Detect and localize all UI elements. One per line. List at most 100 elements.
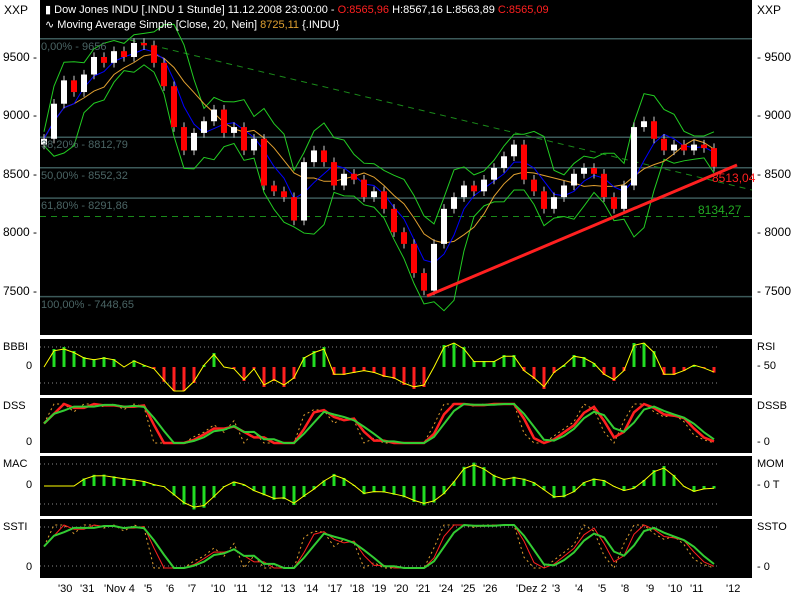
x-tick-label: '10: [668, 583, 683, 595]
candle: [171, 86, 177, 128]
x-tick-label: 'Dez 2: [516, 583, 547, 595]
candle: [431, 243, 437, 291]
candle: [511, 144, 517, 157]
y-tick-left: 9500 -: [3, 50, 38, 64]
candle: [81, 74, 87, 93]
candle: [411, 243, 417, 274]
x-tick-label: '5: [598, 583, 607, 595]
candle: [701, 144, 707, 149]
x-tick-label: '7: [188, 583, 197, 595]
indicator-zero-right: - 0 T: [757, 479, 780, 491]
fib-label: 0,00% - 9656: [41, 40, 107, 53]
trend-label: 8513,04: [712, 171, 756, 185]
candle: [351, 173, 357, 180]
x-tick-label: '20: [394, 583, 409, 595]
x-tick-label: '6: [166, 583, 175, 595]
candle: [191, 132, 197, 151]
x-tick-label: 'Nov 4: [104, 583, 135, 595]
x-tick-label: '5: [144, 583, 153, 595]
candle: [451, 197, 457, 209]
candle: [631, 127, 637, 186]
candle: [361, 179, 367, 198]
candle: [581, 167, 587, 174]
x-tick-label: '25: [461, 583, 476, 595]
candle: [71, 80, 77, 93]
candle: [651, 121, 657, 139]
moving-average-slow: [43, 53, 715, 244]
candle: [621, 185, 627, 209]
x-tick-label: '17: [328, 583, 343, 595]
candle: [421, 273, 427, 291]
indicator-right-label: SSTO: [757, 521, 787, 533]
y-tick-right: - 7500: [757, 283, 792, 298]
left-axis-unit: XXP: [4, 3, 29, 17]
fib-label: 38,20% - 8812,79: [41, 139, 128, 152]
fib-label: 100,00% - 7448,65: [41, 298, 134, 311]
candle: [531, 179, 537, 192]
candle: [131, 42, 137, 57]
header-title: Dow Jones INDU [.INDU 1 Stunde] 11.12.20…: [54, 4, 338, 16]
ma-symbol: {.INDU}: [302, 19, 340, 31]
candle: [471, 185, 477, 192]
candle: [301, 162, 307, 221]
ma-value: 8725,11: [260, 19, 300, 31]
chart-header: ▮ Dow Jones INDU [.INDU 1 Stunde] 11.12.…: [45, 3, 549, 16]
x-tick-label: '21: [416, 583, 431, 595]
indicator-line: [44, 464, 715, 508]
candle-icon: ▮: [45, 4, 52, 16]
candle: [271, 185, 277, 192]
x-tick-label: '9: [646, 583, 655, 595]
candle: [291, 197, 297, 221]
moving-average-line: [43, 48, 715, 264]
x-tick-label: '12: [726, 583, 741, 595]
y-tick-right: - 9500: [757, 50, 792, 64]
candle: [331, 162, 337, 186]
x-tick-label: '11: [234, 583, 248, 595]
candle: [281, 191, 287, 198]
x-tick-label: '3: [552, 583, 561, 595]
indicator-right-label: MOM: [757, 458, 784, 470]
indicator-zero-right: - 0: [757, 561, 770, 573]
candle: [231, 127, 237, 133]
candle: [441, 208, 447, 244]
indicator-zero-left: 0: [26, 479, 33, 491]
candle: [91, 57, 97, 75]
candle: [691, 144, 697, 151]
y-tick-right: - 9000: [757, 108, 792, 123]
candle: [641, 121, 647, 128]
candle: [571, 173, 577, 186]
x-tick-label: '24: [439, 583, 454, 595]
indicator-left-label: MAC: [3, 458, 28, 470]
x-tick-label: '30: [58, 583, 73, 595]
candle: [521, 144, 527, 180]
indicator-zero-left: 0: [26, 360, 33, 372]
candle: [251, 138, 257, 151]
candle: [321, 150, 327, 163]
bollinger-lower: [43, 64, 715, 312]
y-tick-right: - 8500: [757, 166, 792, 181]
fib-label: 50,00% - 8552,32: [41, 169, 128, 182]
candle: [211, 109, 217, 122]
ma-header: ∿ Moving Average Simple [Close, 20, Nein…: [45, 18, 339, 31]
candle: [561, 185, 567, 198]
candle: [591, 167, 597, 174]
indicator-right-label: DSSB: [757, 400, 787, 412]
x-tick-label: '19: [372, 583, 387, 595]
candle: [341, 173, 347, 186]
candle: [101, 57, 107, 63]
y-tick-left: 9000 -: [3, 108, 38, 123]
candle: [611, 197, 617, 209]
candle: [551, 197, 557, 209]
x-tick-label: '11: [690, 583, 704, 595]
candle: [51, 103, 57, 139]
indicator-left-label: SSTI: [3, 521, 28, 533]
close-value: C:8565,09: [497, 4, 549, 16]
x-tick-label: '4: [575, 583, 584, 595]
ma-icon: ∿: [45, 19, 55, 31]
y-tick-right: - 8000: [757, 225, 792, 240]
indicator-zero-right: - 0: [757, 436, 770, 448]
candle: [711, 148, 717, 167]
low-value: L:8563,89: [445, 4, 495, 16]
x-tick-label: '14: [304, 583, 319, 595]
indicator-left-label: BBBI: [3, 341, 29, 353]
